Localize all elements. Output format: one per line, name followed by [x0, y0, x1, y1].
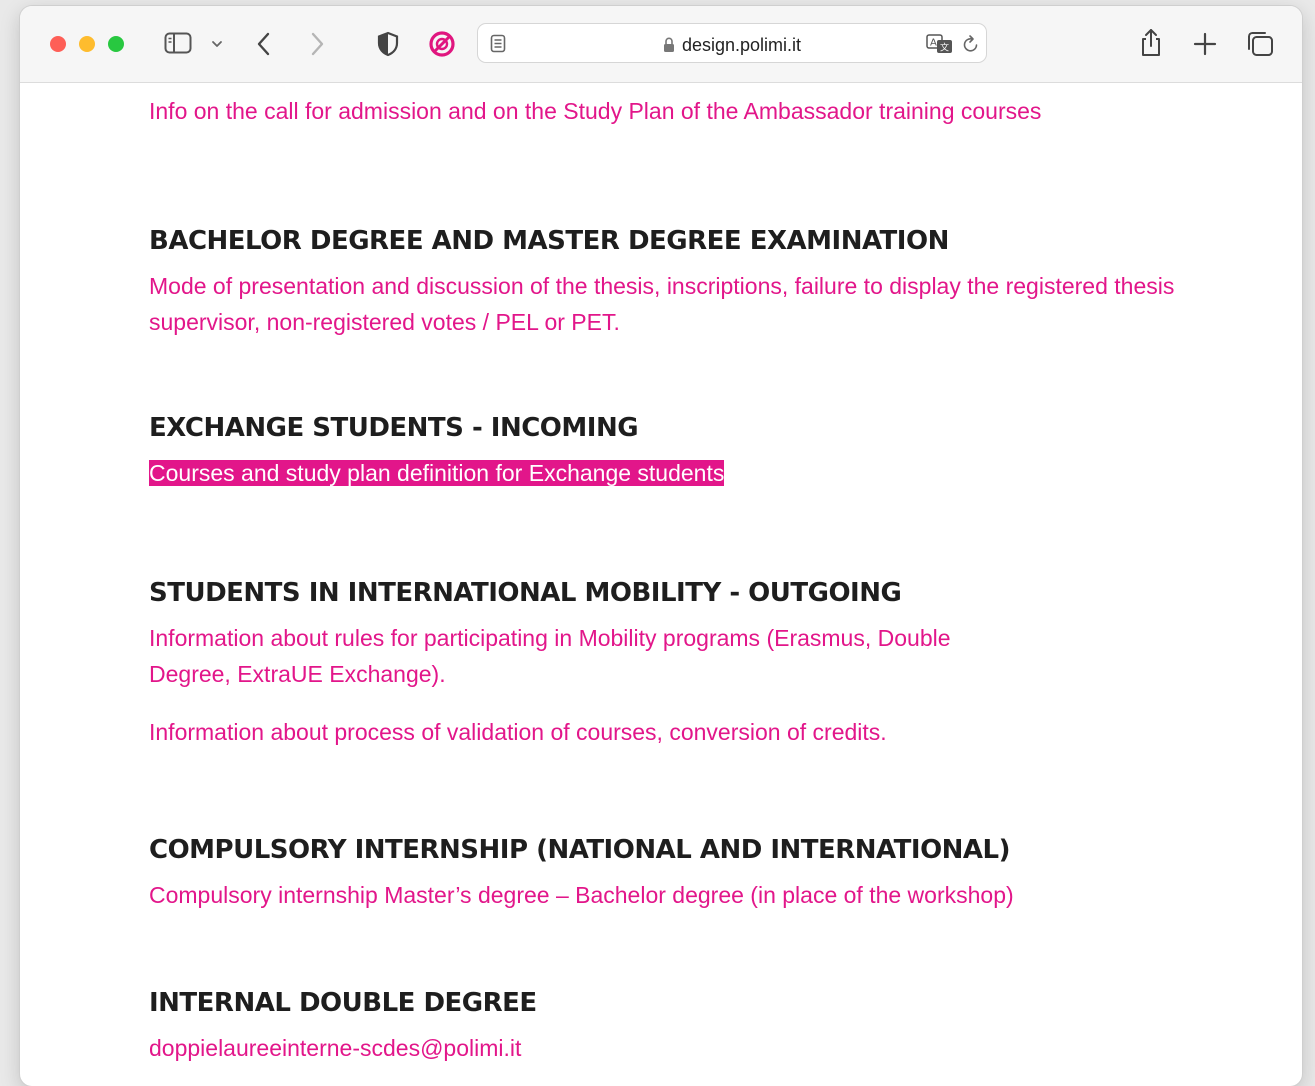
browser-window: design.polimi.it A文 Info on the call for… [20, 6, 1302, 1086]
thesis-info-link[interactable]: Mode of presentation and discussion of t… [149, 268, 1249, 340]
section-heading: INTERNAL DOUBLE DEGREE [149, 988, 537, 1018]
plus-icon[interactable] [1193, 32, 1217, 56]
double-degree-email-link[interactable]: doppielaureeinterne-scdes@polimi.it [149, 1030, 1249, 1066]
svg-text:A: A [930, 38, 937, 49]
section-heading: STUDENTS IN INTERNATIONAL MOBILITY - OUT… [149, 578, 902, 608]
internship-link[interactable]: Compulsory internship Master’s degree – … [149, 877, 1249, 913]
tabs-overview-icon[interactable] [1246, 31, 1274, 57]
section-heading: EXCHANGE STUDENTS - INCOMING [149, 413, 639, 443]
minimize-window-button[interactable] [79, 36, 95, 52]
mobility-rules-link[interactable]: Information about rules for participatin… [149, 620, 1009, 692]
section-heading: COMPULSORY INTERNSHIP (NATIONAL AND INTE… [149, 835, 1011, 865]
close-window-button[interactable] [50, 36, 66, 52]
ambassador-info-link[interactable]: Info on the call for admission and on th… [149, 93, 1249, 129]
block-icon[interactable] [428, 30, 456, 58]
chevron-down-icon[interactable] [211, 39, 223, 49]
section-thesis-examination: BACHELOR DEGREE AND MASTER DEGREE EXAMIN… [149, 224, 1249, 340]
address-text: design.polimi.it [478, 35, 986, 58]
browser-toolbar: design.polimi.it A文 [20, 6, 1302, 83]
chevron-right-icon[interactable] [309, 31, 325, 57]
chevron-left-icon[interactable] [256, 31, 272, 57]
course-validation-link[interactable]: Information about process of validation … [149, 714, 1249, 750]
section-heading: BACHELOR DEGREE AND MASTER DEGREE EXAMIN… [149, 226, 949, 256]
translate-icon[interactable]: A文 [926, 34, 954, 54]
zoom-window-button[interactable] [108, 36, 124, 52]
shield-icon[interactable] [376, 31, 400, 57]
section-mobility-outgoing: STUDENTS IN INTERNATIONAL MOBILITY - OUT… [149, 576, 1249, 750]
exchange-courses-link[interactable]: Courses and study plan definition for Ex… [149, 460, 725, 486]
address-bar[interactable]: design.polimi.it A文 [477, 23, 987, 63]
section-compulsory-internship: COMPULSORY INTERNSHIP (NATIONAL AND INTE… [149, 833, 1249, 913]
section-exchange-incoming: EXCHANGE STUDENTS - INCOMING Courses and… [149, 411, 1249, 495]
reload-icon[interactable] [962, 34, 980, 54]
lock-icon [663, 37, 675, 58]
section-internal-double-degree: INTERNAL DOUBLE DEGREE doppielaureeinter… [149, 986, 1249, 1066]
url-text: design.polimi.it [681, 35, 802, 55]
svg-text:文: 文 [940, 42, 949, 54]
link-wrapper: Courses and study plan definition for Ex… [149, 455, 1249, 495]
share-icon[interactable] [1139, 28, 1163, 58]
sidebar-icon[interactable] [164, 31, 192, 55]
ambassador-section: Info on the call for admission and on th… [149, 93, 1249, 129]
